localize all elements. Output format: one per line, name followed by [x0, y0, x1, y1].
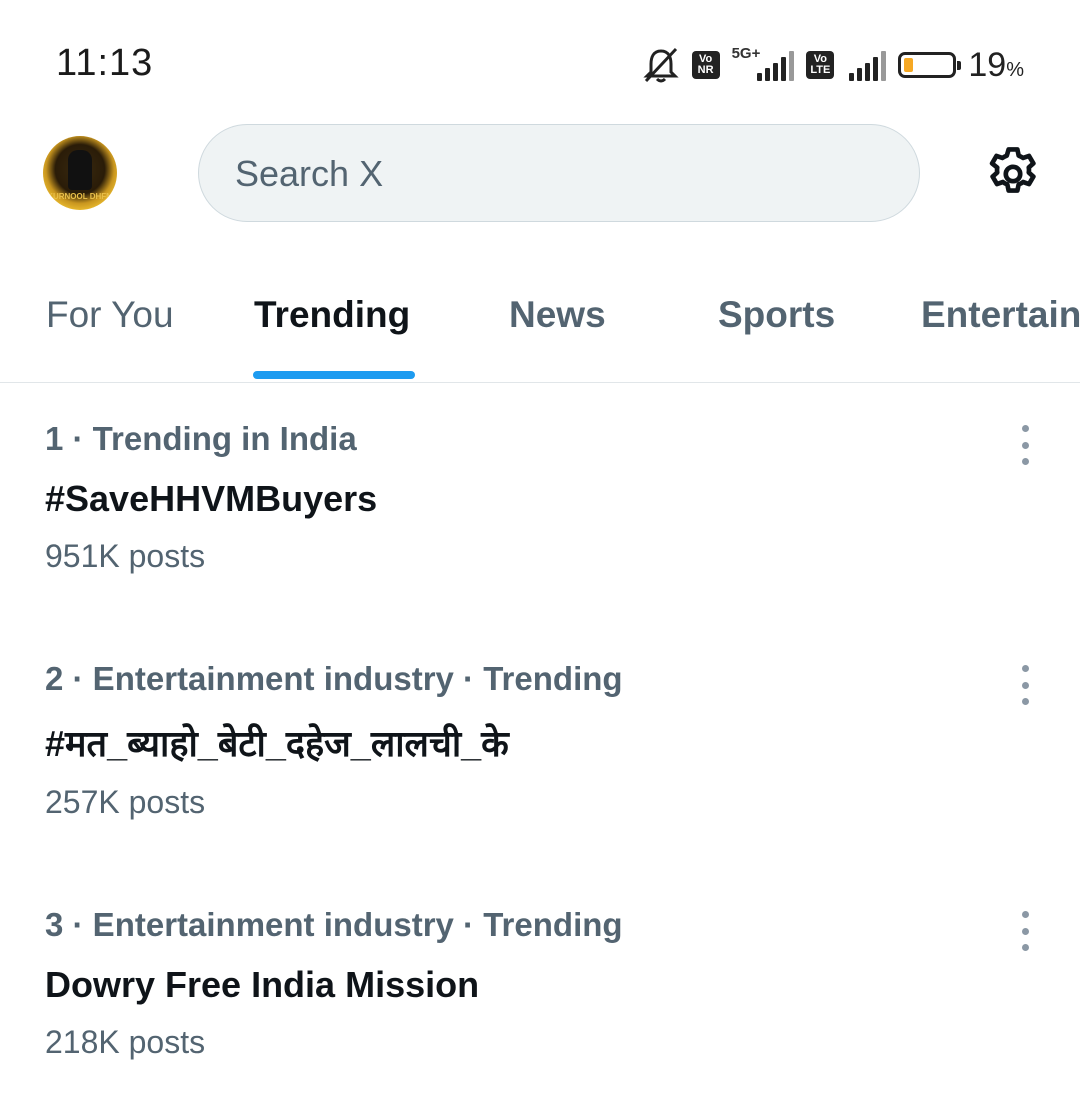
trend-meta: 3 · Entertainment industry · Trending: [45, 906, 623, 943]
volte-icon: Vo LTE: [806, 51, 835, 79]
clock: 11:13: [56, 42, 154, 84]
avatar[interactable]: KURNOOL DHFM: [43, 136, 117, 210]
trend-meta: 2 · Entertainment industry · Trending: [45, 660, 623, 697]
tab-bar: For You Trending News Sports Entertain: [0, 272, 1080, 383]
gear-icon[interactable]: [982, 143, 1044, 205]
trend-post-count: 257K posts: [45, 784, 206, 820]
trend-title: #मत_ब्याहो_बेटी_दहेज_लालची_के: [45, 723, 509, 764]
tab-news[interactable]: News: [509, 294, 606, 336]
vonr-icon: Vo NR: [691, 51, 720, 79]
more-options-icon[interactable]: [1014, 425, 1036, 465]
status-icons: Vo NR 5G+ Vo LTE 19%: [630, 40, 1024, 90]
battery-fill: [904, 58, 914, 72]
network-type-label: 5G+: [731, 44, 761, 62]
signal-bars-icon: [846, 49, 887, 81]
tab-entertainment[interactable]: Entertain: [921, 294, 1080, 336]
trend-item[interactable]: 2 · Entertainment industry · Trending #म…: [0, 660, 1080, 850]
more-options-icon[interactable]: [1014, 911, 1036, 951]
avatar-text: KURNOOL DHFM: [47, 192, 113, 201]
signal-bars-icon: [754, 49, 795, 81]
trend-meta: 1 · Trending in India: [45, 420, 357, 457]
tab-for-you[interactable]: For You: [46, 294, 174, 336]
tab-sports[interactable]: Sports: [718, 294, 835, 336]
battery-percentage: 19%: [968, 45, 1024, 84]
bell-muted-icon: [642, 47, 679, 83]
trend-title: #SaveHHVMBuyers: [45, 478, 378, 519]
trend-title: Dowry Free India Mission: [45, 964, 480, 1005]
trend-post-count: 218K posts: [45, 1024, 206, 1060]
trend-item[interactable]: 1 · Trending in India #SaveHHVMBuyers 95…: [0, 420, 1080, 600]
more-options-icon[interactable]: [1014, 665, 1036, 705]
search-bar[interactable]: [198, 124, 920, 222]
tab-trending[interactable]: Trending: [254, 294, 410, 336]
trend-post-count: 951K posts: [45, 538, 206, 574]
search-input[interactable]: [233, 149, 877, 199]
active-tab-indicator: [253, 371, 415, 379]
status-bar: 11:13 Vo NR 5G+ Vo LTE 19%: [0, 0, 1080, 120]
battery-icon: [898, 52, 962, 78]
trend-item[interactable]: 3 · Entertainment industry · Trending Do…: [0, 906, 1080, 1086]
